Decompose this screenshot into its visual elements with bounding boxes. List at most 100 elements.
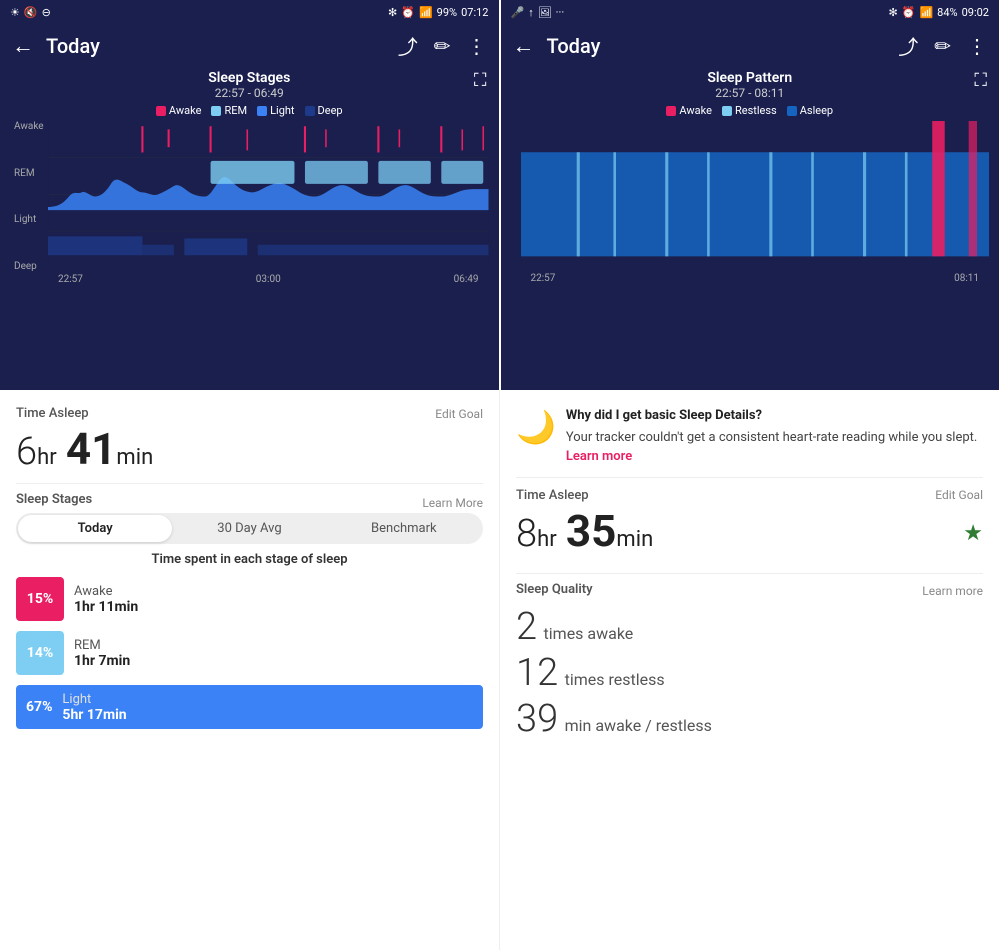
awake-stage-name: Awake — [74, 584, 138, 599]
right-time-asleep-row: Time Asleep Edit Goal — [516, 488, 983, 503]
right-learn-more-link[interactable]: Learn more — [922, 584, 983, 598]
right-chart-container: Sleep Pattern 22:57 - 08:11 ⛶ Awake Rest… — [501, 66, 999, 390]
right-hr-unit: hr — [537, 527, 557, 552]
left-min-unit: min — [116, 445, 153, 470]
left-legend: Awake REM Light Deep — [10, 104, 489, 117]
min-awake-stat: 39 min awake / restless — [516, 697, 983, 741]
sleep-quality-label: Sleep Quality — [516, 582, 593, 597]
alert-body: Your tracker couldn't get a consistent h… — [566, 430, 977, 445]
rem-pct: 14% — [27, 645, 53, 661]
wifi-icon: 📶 — [419, 6, 433, 19]
right-sleep-hours: 8 — [516, 512, 537, 556]
right-more-button[interactable]: ⋮ — [967, 34, 987, 58]
time-start-left: 22:57 — [58, 274, 83, 285]
right-status-right: ✻ ⏰ 📶 84% 09:02 — [889, 6, 989, 19]
min-awake-lbl: min awake / restless — [565, 716, 712, 735]
legend-awake: Awake — [156, 104, 202, 117]
legend-rem: REM — [211, 104, 247, 117]
left-toolbar: ← Today ⤴ ✏ ⋮ — [0, 25, 499, 66]
dots-icon: ··· — [556, 6, 565, 19]
left-chart-body: Awake REM Light Deep — [10, 121, 489, 272]
time-right: 09:02 — [962, 6, 989, 19]
right-status-bar: 🎤 ↑ 🖼 ··· ✻ ⏰ 📶 84% 09:02 — [501, 0, 999, 25]
left-edit-button[interactable]: ✏ — [434, 34, 451, 58]
rem-label: REM — [224, 104, 247, 117]
vol-icon: 🔇 — [24, 6, 38, 19]
bottom-right-panel: 🌙 Why did I get basic Sleep Details? You… — [500, 390, 999, 950]
legend-r-awake: Awake — [666, 104, 712, 117]
right-back-button[interactable]: ← — [513, 33, 535, 59]
up-icon: ↑ — [528, 6, 534, 19]
tab-30day[interactable]: 30 Day Avg — [172, 515, 326, 542]
r-restless-dot — [722, 106, 732, 116]
img-icon: 🖼 — [538, 6, 552, 19]
battery-pct-left: 99% — [437, 6, 457, 19]
right-sleep-time-row: 8hr 35min ★ — [516, 503, 983, 565]
right-edit-goal-link[interactable]: Edit Goal — [935, 488, 983, 502]
light-dot — [257, 106, 267, 116]
min-awake-num: 39 — [516, 697, 558, 741]
left-status-right: ✻ ⏰ 📶 99% 07:12 — [388, 6, 488, 19]
legend-r-asleep: Asleep — [787, 104, 833, 117]
rem-dot — [211, 106, 221, 116]
left-status-left: ☀ 🔇 ⊖ — [10, 6, 51, 19]
times-restless-stat: 12 times restless — [516, 651, 983, 695]
left-chart-svg-wrap — [48, 121, 489, 272]
stage-light-item: 67% Light 5hr 17min — [16, 685, 483, 729]
left-time-asleep-label: Time Asleep — [16, 406, 89, 421]
left-edit-goal-link[interactable]: Edit Goal — [435, 407, 483, 421]
times-awake-num: 2 — [516, 605, 537, 649]
right-time-labels: 22:57 08:11 — [521, 271, 990, 286]
right-share-button[interactable]: ⤴ — [898, 31, 918, 60]
right-expand-icon[interactable]: ⛶ — [974, 70, 987, 91]
times-awake-lbl: times awake — [544, 624, 634, 643]
alarm-icon-r: ⏰ — [902, 6, 916, 19]
right-sleep-chart — [521, 121, 990, 267]
left-divider-1 — [16, 483, 483, 484]
bottom-left-panel: Time Asleep Edit Goal 6hr 41min Sleep St… — [0, 390, 500, 950]
left-time-asleep-section: Time Asleep Edit Goal 6hr 41min — [16, 406, 483, 475]
time-left: 07:12 — [461, 6, 488, 19]
times-restless-num: 12 — [516, 651, 558, 695]
light-label: Light — [270, 104, 294, 117]
deep-label: Deep — [318, 104, 343, 117]
left-sleep-chart — [48, 121, 489, 268]
r-asleep-label: Asleep — [800, 104, 833, 117]
alert-learn-link[interactable]: Learn more — [566, 449, 632, 464]
right-legend: Awake Restless Asleep — [511, 104, 990, 117]
sleep-tabs: Today 30 Day Avg Benchmark — [16, 513, 483, 544]
left-hr-unit: hr — [37, 445, 57, 470]
tab-today[interactable]: Today — [18, 515, 172, 542]
sun-icon: ☀ — [10, 6, 20, 19]
legend-deep: Deep — [305, 104, 343, 117]
y-label-rem: REM — [14, 168, 44, 179]
right-toolbar-icons: ⤴ ✏ ⋮ — [898, 31, 987, 60]
right-title: Today — [547, 34, 899, 58]
right-time-asleep-label: Time Asleep — [516, 488, 589, 503]
left-time-asleep-row: Time Asleep Edit Goal — [16, 406, 483, 421]
awake-pct: 15% — [27, 591, 53, 607]
r-restless-label: Restless — [735, 104, 777, 117]
left-time-labels: 22:57 03:00 06:49 — [48, 272, 489, 287]
rem-stage-name: REM — [74, 638, 130, 653]
left-expand-icon[interactable]: ⛶ — [474, 70, 487, 91]
alarm-icon: ⏰ — [401, 6, 415, 19]
left-title: Today — [46, 34, 398, 58]
time-end-right: 08:11 — [954, 273, 979, 284]
rem-stage-dur: 1hr 7min — [74, 653, 130, 669]
left-share-button[interactable]: ⤴ — [398, 31, 418, 60]
left-back-button[interactable]: ← — [12, 33, 34, 59]
alert-box: 🌙 Why did I get basic Sleep Details? You… — [516, 406, 983, 478]
y-label-light: Light — [14, 214, 44, 225]
alert-text: Why did I get basic Sleep Details? Your … — [566, 406, 983, 467]
left-stages-header-row: Sleep Stages Learn More — [16, 492, 483, 513]
right-edit-button[interactable]: ✏ — [934, 34, 951, 58]
left-learn-more-link[interactable]: Learn More — [422, 496, 483, 510]
tab-benchmark[interactable]: Benchmark — [327, 515, 481, 542]
r-awake-dot — [666, 106, 676, 116]
left-sleep-minutes: 41 — [66, 423, 117, 475]
left-more-button[interactable]: ⋮ — [467, 34, 487, 58]
awake-stage-dur: 1hr 11min — [74, 599, 138, 615]
left-status-bar: ☀ 🔇 ⊖ ✻ ⏰ 📶 99% 07:12 — [0, 0, 499, 25]
legend-light: Light — [257, 104, 294, 117]
